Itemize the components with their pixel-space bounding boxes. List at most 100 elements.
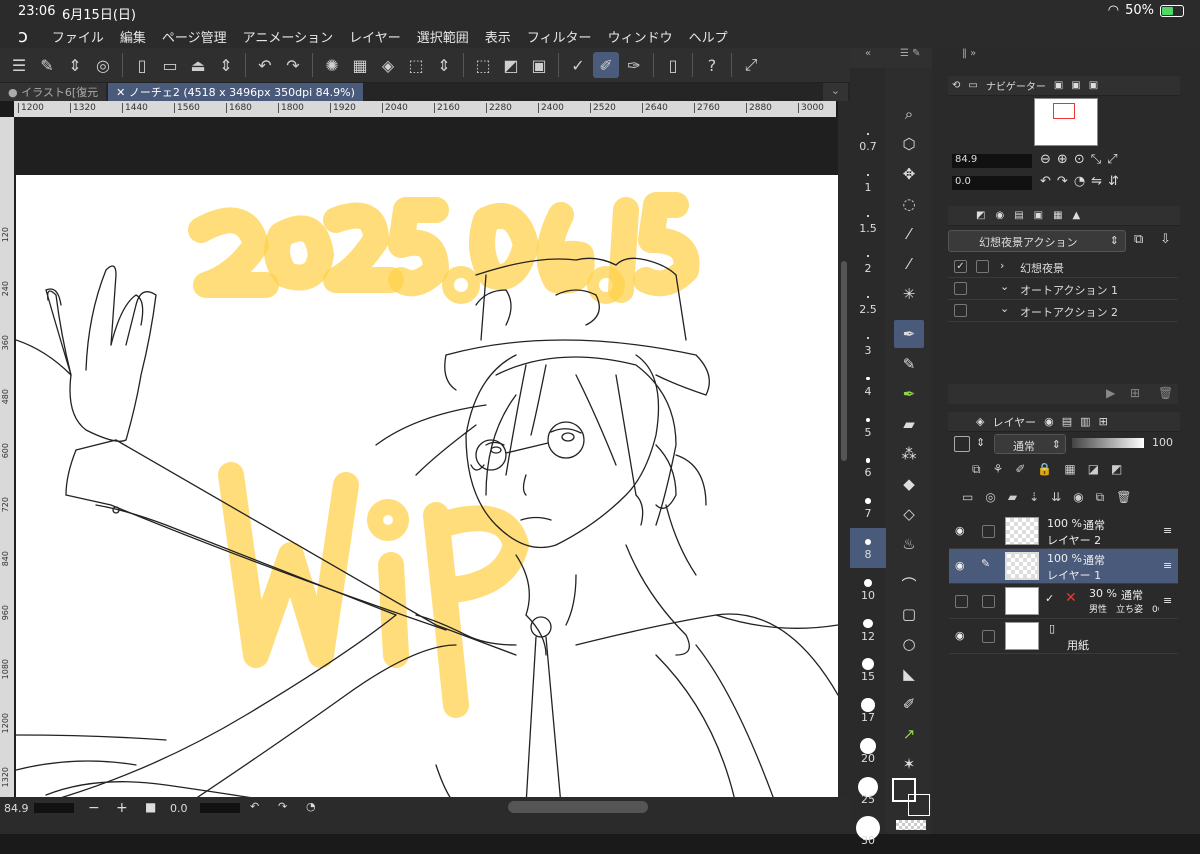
menu-file[interactable]: ファイル [52,27,104,46]
panel-c-icon[interactable]: ▣ [1089,80,1098,91]
drag-handle-icon[interactable]: ≡ [1163,524,1172,537]
duplicate-set-icon[interactable]: ⧉ [1134,232,1143,247]
mask-create-icon[interactable]: ◉ [1073,490,1083,505]
auto-select-tool-icon[interactable]: ✳ [894,280,924,308]
correct-line-tool-icon[interactable]: ↗ [894,720,924,748]
tab-illust6[interactable]: ● イラスト6[復元 [0,83,107,101]
drag-handle-icon[interactable]: ≡ [1163,559,1172,572]
eye-icon[interactable]: ◉ [955,524,965,537]
action-set-select[interactable]: 幻想夜景アクション ⇕ [948,230,1126,252]
mask-icon[interactable]: ◪ [1088,462,1099,477]
menu-view[interactable]: 表示 [485,27,511,46]
brush-size-item[interactable]: 3 [850,324,886,364]
action-check-icon[interactable]: ✓ [954,260,967,273]
open-folder-icon[interactable]: ▭ [157,52,183,78]
brush-size-item[interactable]: 12 [850,610,886,650]
menu-animation[interactable]: アニメーション [243,27,333,46]
zoom-in-icon[interactable]: + [116,800,128,816]
reset-rotation-icon[interactable]: ◔ [1074,174,1085,189]
eraser-tool-icon[interactable]: ◇ [894,500,924,528]
brush-size-item[interactable]: 1.5 [850,202,886,242]
reset-rotation-icon[interactable]: ◔ [306,800,316,813]
chevron-updown-icon[interactable]: ⇕ [976,436,985,449]
horizontal-scrollbar-thumb[interactable] [508,801,648,813]
sub-color-swatch[interactable] [908,794,930,816]
shape-tool-icon[interactable]: ○ [894,630,924,658]
tab-a-icon[interactable]: ◩ [976,210,985,221]
zoom-slider[interactable] [34,803,74,813]
tab-a-icon[interactable]: ◉ [1044,415,1054,428]
chevron-updown-icon[interactable]: ⇕ [431,52,457,78]
action-check-icon[interactable] [954,304,967,317]
zoom-tool-icon[interactable]: ⌕ [894,100,924,128]
brush-size-item[interactable]: 8 [850,528,886,568]
fit-window-icon[interactable]: ⤡ [1091,152,1101,167]
layer-lock-checkbox[interactable] [982,525,995,538]
rotate-left-icon[interactable]: ↶ [1040,174,1051,189]
opacity-slider[interactable] [1072,438,1144,448]
edit-settings-icon[interactable]: ✎ [34,52,60,78]
eye-icon[interactable]: ◉ [955,559,965,572]
rotate-right-icon[interactable]: ↷ [1057,174,1068,189]
tab-b-icon[interactable]: ◉ [995,210,1004,221]
tab-noche2[interactable]: ✕ ノーチェ2 (4518 x 3496px 350dpi 84.9%) [108,83,363,101]
expand-chevron-icon[interactable]: ⌄ [1000,302,1009,315]
tab-c-icon[interactable]: ▤ [1014,210,1023,221]
chevron-updown-icon[interactable]: ⇕ [213,52,239,78]
chevron-updown-icon[interactable]: ⇕ [62,52,88,78]
zoom-out-icon[interactable]: ⊖ [1040,152,1051,167]
rotate-view-icon[interactable]: ⟲ [952,80,960,91]
brush-size-item[interactable]: 10 [850,569,886,609]
expand-icon[interactable]: ⤢ [738,52,764,78]
sparkle-tool-icon[interactable]: ✶ [894,750,924,778]
action-row[interactable]: ✓ › 幻想夜景 [948,256,1178,278]
action-dialog-toggle[interactable] [976,260,989,273]
brush-size-item[interactable]: 20 [850,732,886,772]
transparent-color-swatch[interactable] [896,820,926,830]
layer-tab-title[interactable]: レイヤー [992,414,1036,430]
zoom-in-icon[interactable]: ⊕ [1057,152,1068,167]
merge-down-icon[interactable]: ⇊ [1051,490,1061,505]
brush-size-item[interactable]: 5 [850,406,886,446]
pen-check-icon[interactable]: ✓ [565,52,591,78]
help-icon[interactable]: ? [699,52,725,78]
brush-size-item[interactable]: 7 [850,487,886,527]
tabs-dropdown-icon[interactable]: ⌄ [822,83,848,101]
nav-zoom-value[interactable]: 84.9 [952,154,1032,168]
actual-size-icon[interactable]: ⊙ [1074,152,1085,167]
nav-angle-value[interactable]: 0.0 [952,176,1032,190]
visibility-checkbox[interactable] [955,595,968,608]
undo-icon[interactable]: ↶ [252,52,278,78]
duplicate-layer-icon[interactable]: ⧉ [1096,490,1105,505]
text-tool-icon[interactable]: ✐ [894,690,924,718]
brush-size-item[interactable]: 17 [850,691,886,731]
menu-edit[interactable]: 編集 [120,27,146,46]
loading-icon[interactable]: ✺ [319,52,345,78]
action-check-icon[interactable] [954,282,967,295]
gradient-tool-icon[interactable]: ▢ [894,600,924,628]
pen-edit-icon[interactable]: ✎ [981,557,990,570]
menu-page[interactable]: ページ管理 [162,27,227,46]
action-row[interactable]: ⌄ オートアクション 2 [948,300,1178,322]
expand-chevron-icon[interactable]: › [1000,259,1004,272]
eye-icon[interactable]: ◉ [955,629,965,642]
layer-row-selected[interactable]: ◉ ✎ 100 % 通常 レイヤー 1 ≡ [949,549,1178,584]
new-file-icon[interactable]: ▯ [129,52,155,78]
selection-b-icon[interactable]: ◩ [498,52,524,78]
new-folder-icon[interactable]: ▰ [1008,490,1017,505]
brush-size-item[interactable]: 6 [850,446,886,486]
transfer-down-icon[interactable]: ⇣ [1029,490,1039,505]
menu-layer[interactable]: レイヤー [349,27,401,46]
layer-color-icon[interactable] [954,436,970,452]
blend-tool-icon[interactable]: ♨ [894,530,924,558]
fit-icon[interactable]: ■ [145,800,156,814]
fill-tool-icon[interactable]: ◆ [894,470,924,498]
menu-selection[interactable]: 選択範囲 [417,27,469,46]
fill-icon[interactable]: ◈ [375,52,401,78]
pencil-tool-icon[interactable]: ✎ [894,350,924,378]
lasso-tool-icon[interactable]: ◌ [894,190,924,218]
rotation-slider[interactable] [200,803,240,813]
wand-tool-icon[interactable]: ⁄ [894,220,924,248]
tab-b-icon[interactable]: ▤ [1062,415,1072,428]
brush-active-icon[interactable]: ✐ [593,52,619,78]
